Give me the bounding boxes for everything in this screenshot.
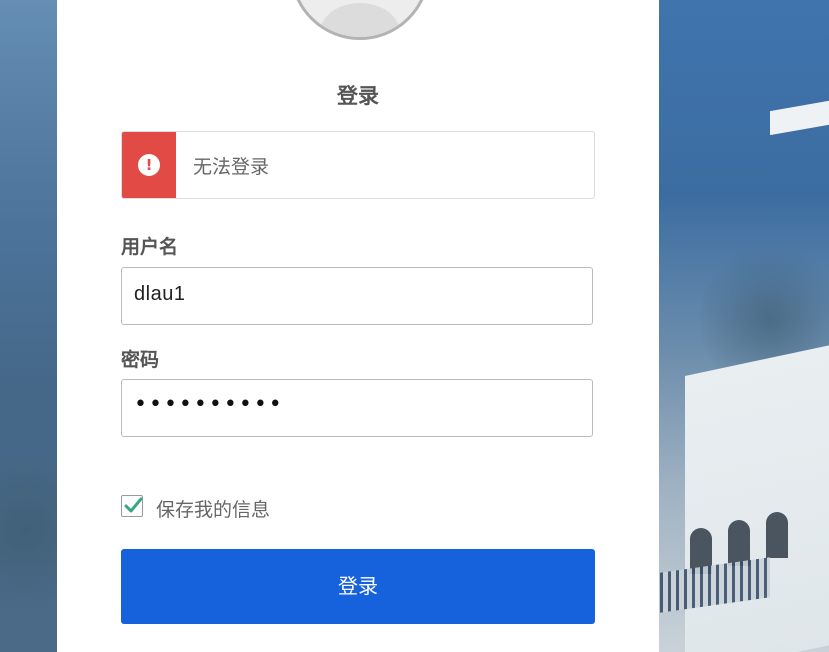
login-title: 登录 [337, 84, 379, 108]
alert-message: 无法登录 [193, 156, 270, 178]
remember-label[interactable]: 保存我的信息 [156, 495, 270, 522]
avatar [290, 0, 430, 40]
username-input[interactable]: dlau1 [121, 267, 593, 325]
password-value: •••••••••• [134, 392, 284, 417]
background-arch [728, 520, 750, 566]
user-silhouette-icon [320, 3, 400, 37]
remember-checkbox[interactable] [121, 495, 143, 517]
login-button[interactable]: 登录 [121, 549, 595, 624]
username-label: 用户名 [121, 236, 179, 258]
checkmark-icon [124, 497, 143, 513]
error-alert: ! 无法登录 [121, 131, 595, 199]
alert-icon-box: ! [122, 132, 176, 198]
login-card: 登录 ! 无法登录 用户名 dlau1 密码 •••••••••• 保存我的信息… [57, 0, 659, 652]
exclamation-circle-icon: ! [138, 154, 160, 176]
password-input[interactable]: •••••••••• [121, 379, 593, 437]
password-label: 密码 [121, 349, 160, 371]
username-value: dlau1 [134, 283, 186, 305]
background-arch [766, 512, 788, 558]
